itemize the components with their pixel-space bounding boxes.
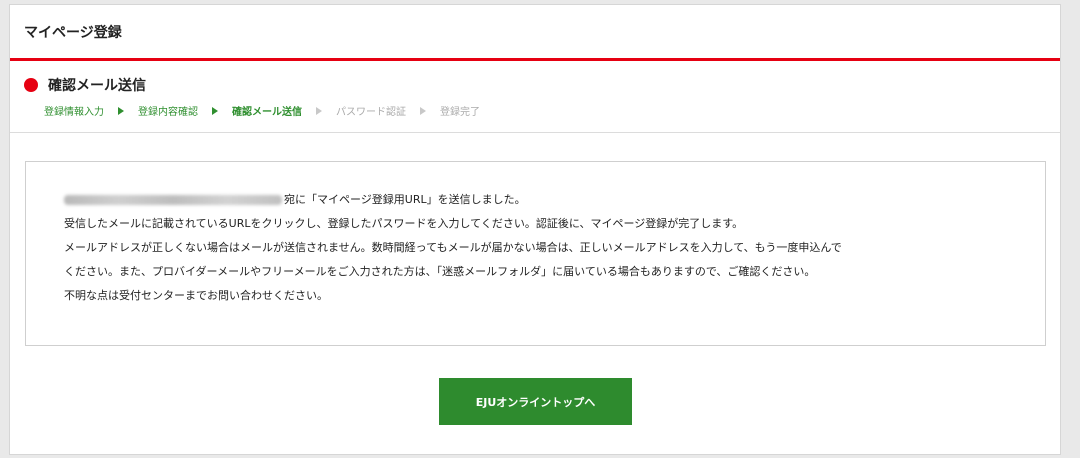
message-line-4: ください。また、プロバイダーメールやフリーメールをご入力された方は、「迷惑メール… [64, 265, 816, 278]
page-title: マイページ登録 [24, 24, 122, 41]
registration-panel: マイページ登録 確認メール送信 登録情報入力 登録内容確認 確認メール送信 パス… [9, 4, 1061, 455]
message-line-3: メールアドレスが正しくない場合はメールが送信されません。数時間経ってもメールが届… [64, 241, 842, 254]
step-arrow-icon [212, 106, 218, 115]
eju-online-top-button[interactable]: EJUオンライントップへ [439, 378, 632, 425]
red-dot-icon [24, 78, 38, 92]
section-title: 確認メール送信 [48, 78, 146, 94]
step-arrow-icon [420, 106, 426, 115]
section-heading: 確認メール送信 [10, 61, 1060, 95]
step-5: 登録完了 [440, 107, 480, 118]
redacted-email [64, 195, 282, 205]
message-line-5: 不明な点は受付センターまでお問い合わせください。 [64, 289, 328, 302]
progress-steps: 登録情報入力 登録内容確認 確認メール送信 パスワード認証 登録完了 [10, 95, 1060, 118]
step-3-current: 確認メール送信 [232, 107, 302, 118]
message-line-1: 宛に「マイページ登録用URL」を送信しました。 [64, 188, 1045, 212]
confirmation-message-box: 宛に「マイページ登録用URL」を送信しました。 受信したメールに記載されているU… [25, 161, 1046, 346]
step-4: パスワード認証 [336, 107, 406, 118]
step-1: 登録情報入力 [44, 107, 104, 118]
step-arrow-icon [118, 106, 124, 115]
divider [10, 132, 1060, 133]
step-arrow-icon [316, 106, 322, 115]
page-header: マイページ登録 [10, 5, 1060, 61]
step-2: 登録内容確認 [138, 107, 198, 118]
message-line-2: 受信したメールに記載されているURLをクリックし、登録したパスワードを入力してく… [64, 217, 744, 230]
